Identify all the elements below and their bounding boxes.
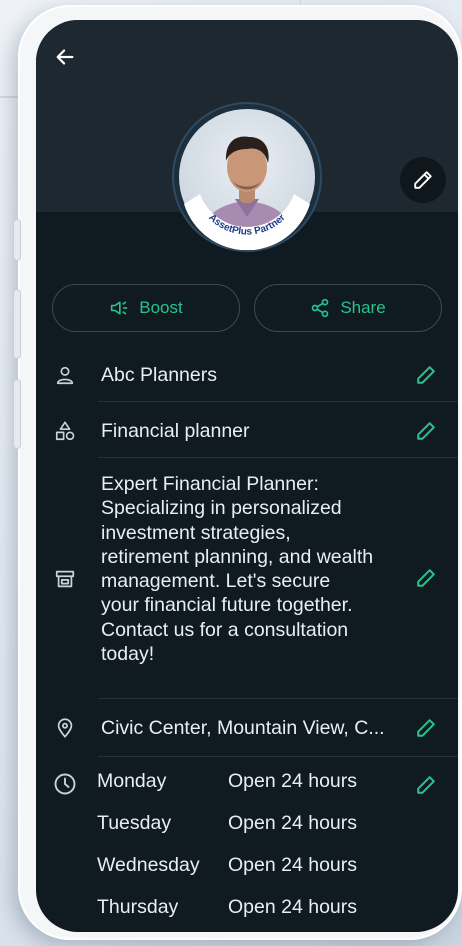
partner-badge: AssetPlus Partner — [184, 194, 310, 250]
hours-time: Open 24 hours — [228, 770, 358, 792]
description-row: Expert Financial Planner: Specializing i… — [36, 468, 458, 690]
boost-button[interactable]: Boost — [52, 284, 240, 332]
hours-time: Open 24 hours — [228, 812, 358, 834]
category: Financial planner — [101, 420, 250, 442]
business-name-row: Abc Planners — [36, 350, 458, 400]
phone-screen: AssetPlus Partner Boost Share Abc Planne… — [36, 20, 458, 932]
pencil-icon — [417, 719, 435, 737]
share-label: Share — [340, 298, 386, 317]
hours-day: Monday — [97, 770, 167, 792]
divider — [98, 457, 458, 458]
pencil-icon — [417, 366, 435, 384]
business-name: Abc Planners — [101, 364, 217, 386]
hours-row: Tuesday Open 24 hours — [36, 802, 458, 844]
edit-address-button[interactable] — [412, 714, 440, 742]
hours-time: Open 24 hours — [228, 896, 358, 918]
hours-day: Thursday — [97, 896, 179, 918]
divider — [98, 698, 458, 699]
action-row: Boost Share — [52, 284, 442, 332]
store-icon — [52, 566, 78, 592]
back-button[interactable] — [50, 42, 80, 72]
address-row: Civic Center, Mountain View, C... — [36, 703, 458, 753]
hours-time: Open 24 hours — [228, 854, 358, 876]
avatar[interactable]: AssetPlus Partner — [174, 104, 320, 250]
boost-label: Boost — [139, 298, 183, 317]
pencil-icon — [414, 171, 432, 189]
edit-category-button[interactable] — [412, 417, 440, 445]
hours-row: Monday Open 24 hours — [36, 760, 458, 802]
megaphone-icon — [111, 301, 128, 315]
phone-side-button — [14, 220, 20, 260]
edit-business-name-button[interactable] — [412, 361, 440, 389]
divider — [98, 756, 458, 757]
pencil-icon — [417, 422, 435, 440]
divider — [98, 401, 458, 402]
phone-volume-up-button — [14, 290, 20, 358]
edit-description-button[interactable] — [412, 564, 440, 592]
location-pin-icon — [52, 715, 78, 741]
share-button[interactable]: Share — [254, 284, 442, 332]
hours-day: Tuesday — [97, 812, 172, 834]
pencil-icon — [417, 569, 435, 587]
shapes-icon — [52, 418, 78, 444]
hours-row: Wednesday Open 24 hours — [36, 844, 458, 886]
edit-cover-button[interactable] — [400, 157, 446, 203]
phone-volume-down-button — [14, 380, 20, 448]
description: Expert Financial Planner: Specializing i… — [101, 473, 374, 666]
person-icon — [52, 362, 78, 388]
share-icon — [311, 298, 329, 318]
hours-day: Wednesday — [97, 854, 200, 876]
arrow-left-icon — [56, 49, 74, 65]
hours-row: Thursday Open 24 hours — [36, 886, 458, 928]
category-row: Financial planner — [36, 406, 458, 456]
address: Civic Center, Mountain View, C... — [101, 717, 385, 739]
